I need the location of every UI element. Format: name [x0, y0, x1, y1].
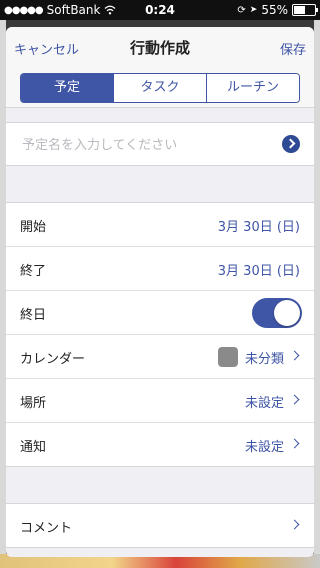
start-value: 3月 30日 (日) — [217, 220, 300, 235]
page-title: 行動作成 — [129, 39, 190, 57]
calendar-color-swatch — [218, 347, 238, 367]
end-value: 3月 30日 (日) — [217, 264, 300, 279]
comment-section: コメント — [6, 503, 314, 548]
notify-label: 通知 — [20, 440, 47, 455]
event-name-input[interactable] — [20, 123, 264, 167]
chevron-right-icon — [289, 438, 300, 449]
chevron-right-circle-icon[interactable] — [282, 135, 300, 153]
tab-task[interactable]: タスク — [113, 74, 206, 102]
segment-container: 予定 タスク ルーチン — [6, 67, 314, 108]
start-label: 開始 — [20, 220, 47, 235]
location-icon: ➤ — [249, 5, 258, 15]
battery-icon — [292, 4, 318, 16]
save-button[interactable]: 保存 — [280, 39, 306, 58]
chevron-right-icon — [289, 394, 300, 405]
name-input-row — [6, 122, 314, 167]
start-row[interactable]: 開始 3月 30日 (日) — [6, 203, 314, 247]
background-content-right — [314, 20, 320, 568]
place-value: 未設定 — [244, 396, 284, 411]
chevron-right-icon — [289, 519, 300, 530]
chevron-right-icon — [289, 350, 300, 361]
calendar-value: 未分類 — [244, 352, 284, 367]
calendar-row[interactable]: カレンダー 未分類 — [6, 335, 314, 379]
tab-schedule[interactable]: 予定 — [21, 74, 113, 102]
tab-routine[interactable]: ルーチン — [206, 74, 299, 102]
end-row[interactable]: 終了 3月 30日 (日) — [6, 247, 314, 291]
battery-percent: 55% — [261, 3, 288, 17]
comment-row[interactable]: コメント — [6, 504, 314, 547]
all-day-toggle[interactable] — [252, 298, 302, 328]
calendar-label: カレンダー — [20, 352, 86, 367]
settings-list: 開始 3月 30日 (日) 終了 3月 30日 (日) 終日 カレンダー 未分類… — [6, 202, 314, 467]
notify-value: 未設定 — [244, 440, 284, 455]
place-row[interactable]: 場所 未設定 — [6, 379, 314, 423]
nav-bar: キャンセル 行動作成 保存 — [6, 27, 314, 67]
notify-row[interactable]: 通知 未設定 — [6, 423, 314, 466]
status-right: ⟳ ➤ 55% — [237, 3, 318, 17]
comment-label: コメント — [20, 521, 73, 536]
lock-rotation-icon: ⟳ — [237, 4, 246, 16]
toggle-knob — [274, 300, 300, 326]
create-action-sheet: キャンセル 行動作成 保存 予定 タスク ルーチン 開始 3月 30日 (日) … — [6, 27, 314, 557]
type-segmented-control: 予定 タスク ルーチン — [20, 73, 300, 103]
end-label: 終了 — [20, 264, 47, 279]
all-day-label: 終日 — [20, 308, 47, 323]
place-label: 場所 — [20, 396, 47, 411]
status-bar: ●●●●● SoftBank 0:24 ⟳ ➤ 55% — [0, 0, 320, 20]
all-day-row: 終日 — [6, 291, 314, 335]
